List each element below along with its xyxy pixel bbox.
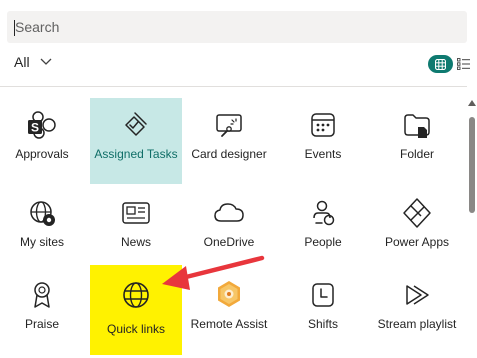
search-box[interactable]	[7, 11, 467, 43]
ribbon-icon	[25, 278, 59, 312]
power-apps-icon	[400, 196, 434, 230]
globe-icon	[119, 278, 153, 312]
tile-events[interactable]: Events	[277, 98, 369, 184]
calendar-icon	[306, 108, 340, 142]
tile-power-apps[interactable]: Power Apps	[371, 186, 463, 272]
globe-settings-icon	[25, 196, 59, 230]
scrollbar[interactable]	[467, 87, 477, 358]
tile-stream-playlist[interactable]: Stream playlist	[371, 268, 463, 354]
clock-icon	[306, 278, 340, 312]
folder-icon	[400, 108, 434, 142]
approvals-icon: S	[25, 108, 59, 142]
filter-dropdown[interactable]: All	[14, 52, 52, 72]
tile-folder[interactable]: Folder	[371, 98, 463, 184]
view-toggle	[428, 55, 470, 73]
assigned-tasks-icon	[119, 108, 153, 142]
search-input[interactable]	[15, 11, 455, 43]
chevron-down-icon	[40, 58, 52, 66]
scroll-up-icon[interactable]	[468, 93, 476, 111]
svg-text:S: S	[31, 121, 39, 135]
tile-label: Folder	[399, 147, 434, 161]
tile-label: Power Apps	[384, 235, 450, 249]
scrollbar-thumb[interactable]	[469, 117, 475, 213]
tile-my-sites[interactable]: My sites	[0, 186, 88, 272]
stream-icon	[400, 278, 434, 312]
remote-assist-icon	[212, 278, 246, 312]
grid-view-icon[interactable]	[428, 55, 453, 73]
tile-praise[interactable]: Praise	[0, 268, 88, 354]
tile-shifts[interactable]: Shifts	[277, 268, 369, 354]
tile-approvals[interactable]: S Approvals	[0, 98, 88, 184]
tile-onedrive[interactable]: OneDrive	[183, 186, 275, 272]
tile-people[interactable]: People	[277, 186, 369, 272]
news-icon	[119, 196, 153, 230]
tile-assigned-tasks[interactable]: Assigned Tasks	[90, 98, 182, 184]
people-icon	[306, 196, 340, 230]
tile-remote-assist[interactable]: Remote Assist	[183, 268, 275, 354]
tile-card-designer[interactable]: Card designer	[183, 98, 275, 184]
filter-label: All	[14, 54, 30, 70]
cloud-icon	[212, 196, 246, 230]
divider	[0, 86, 467, 87]
list-view-icon[interactable]	[457, 58, 470, 70]
tile-news[interactable]: News	[90, 186, 182, 272]
card-designer-icon	[212, 108, 246, 142]
tile-quick-links[interactable]: Quick links	[90, 265, 182, 355]
tile-label: Stream playlist	[377, 317, 457, 331]
